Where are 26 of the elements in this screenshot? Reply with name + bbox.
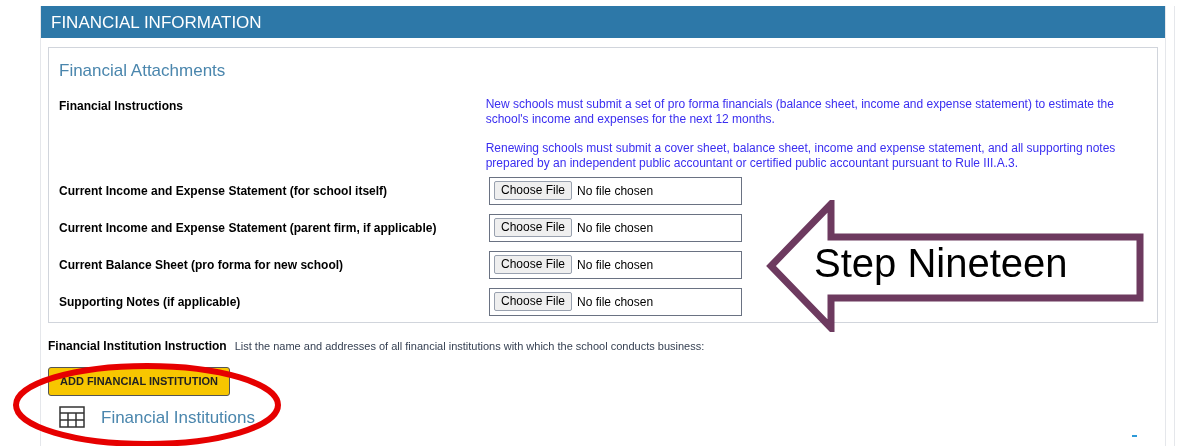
- file-input[interactable]: Choose File No file chosen: [489, 287, 742, 316]
- choose-file-button[interactable]: Choose File: [494, 255, 573, 274]
- field-label: Supporting Notes (if applicable): [59, 293, 242, 311]
- section-title: Financial Attachments: [59, 60, 227, 82]
- field-label: Financial Instructions: [59, 97, 185, 115]
- choose-file-button[interactable]: Choose File: [494, 218, 573, 237]
- callout-text: Step Nineteen: [814, 240, 1068, 287]
- file-input[interactable]: Choose File No file chosen: [489, 250, 742, 279]
- instruction-text: New schools must submit a set of pro forma financials (balance sheet, income and expense statement) to estimate the school's income and expenses for the next 12 months.: [485, 96, 1115, 127]
- file-input[interactable]: Choose File No file chosen: [489, 213, 742, 242]
- file-input[interactable]: Choose File No file chosen: [489, 176, 742, 205]
- file-status: No file chosen: [577, 293, 654, 311]
- section-title: Financial Institutions: [101, 406, 256, 429]
- table-icon: [59, 406, 85, 429]
- file-status: No file chosen: [577, 256, 654, 274]
- field-label: Current Balance Sheet (pro forma for new school): [59, 256, 345, 274]
- file-status: No file chosen: [577, 219, 654, 237]
- instruction-label: Financial Institution Instruction: [48, 337, 227, 355]
- field-label: Current Income and Expense Statement (parent firm, if applicable): [59, 219, 438, 237]
- field-label: Current Income and Expense Statement (for school itself): [59, 182, 389, 200]
- instruction-text: List the name and addresses of all financial institutions with which the school conducts business:: [234, 338, 705, 354]
- choose-file-button[interactable]: Choose File: [494, 292, 573, 311]
- choose-file-button[interactable]: Choose File: [494, 181, 573, 200]
- file-status: No file chosen: [577, 182, 654, 200]
- instruction-text: Renewing schools must submit a cover sheet, balance sheet, income and expense statement, and all supporting notes prepared by an independent public accountant or certified public accountant pursuant to Rule III.A.3.: [485, 140, 1117, 171]
- panel-header: FINANCIAL INFORMATION: [41, 6, 1165, 38]
